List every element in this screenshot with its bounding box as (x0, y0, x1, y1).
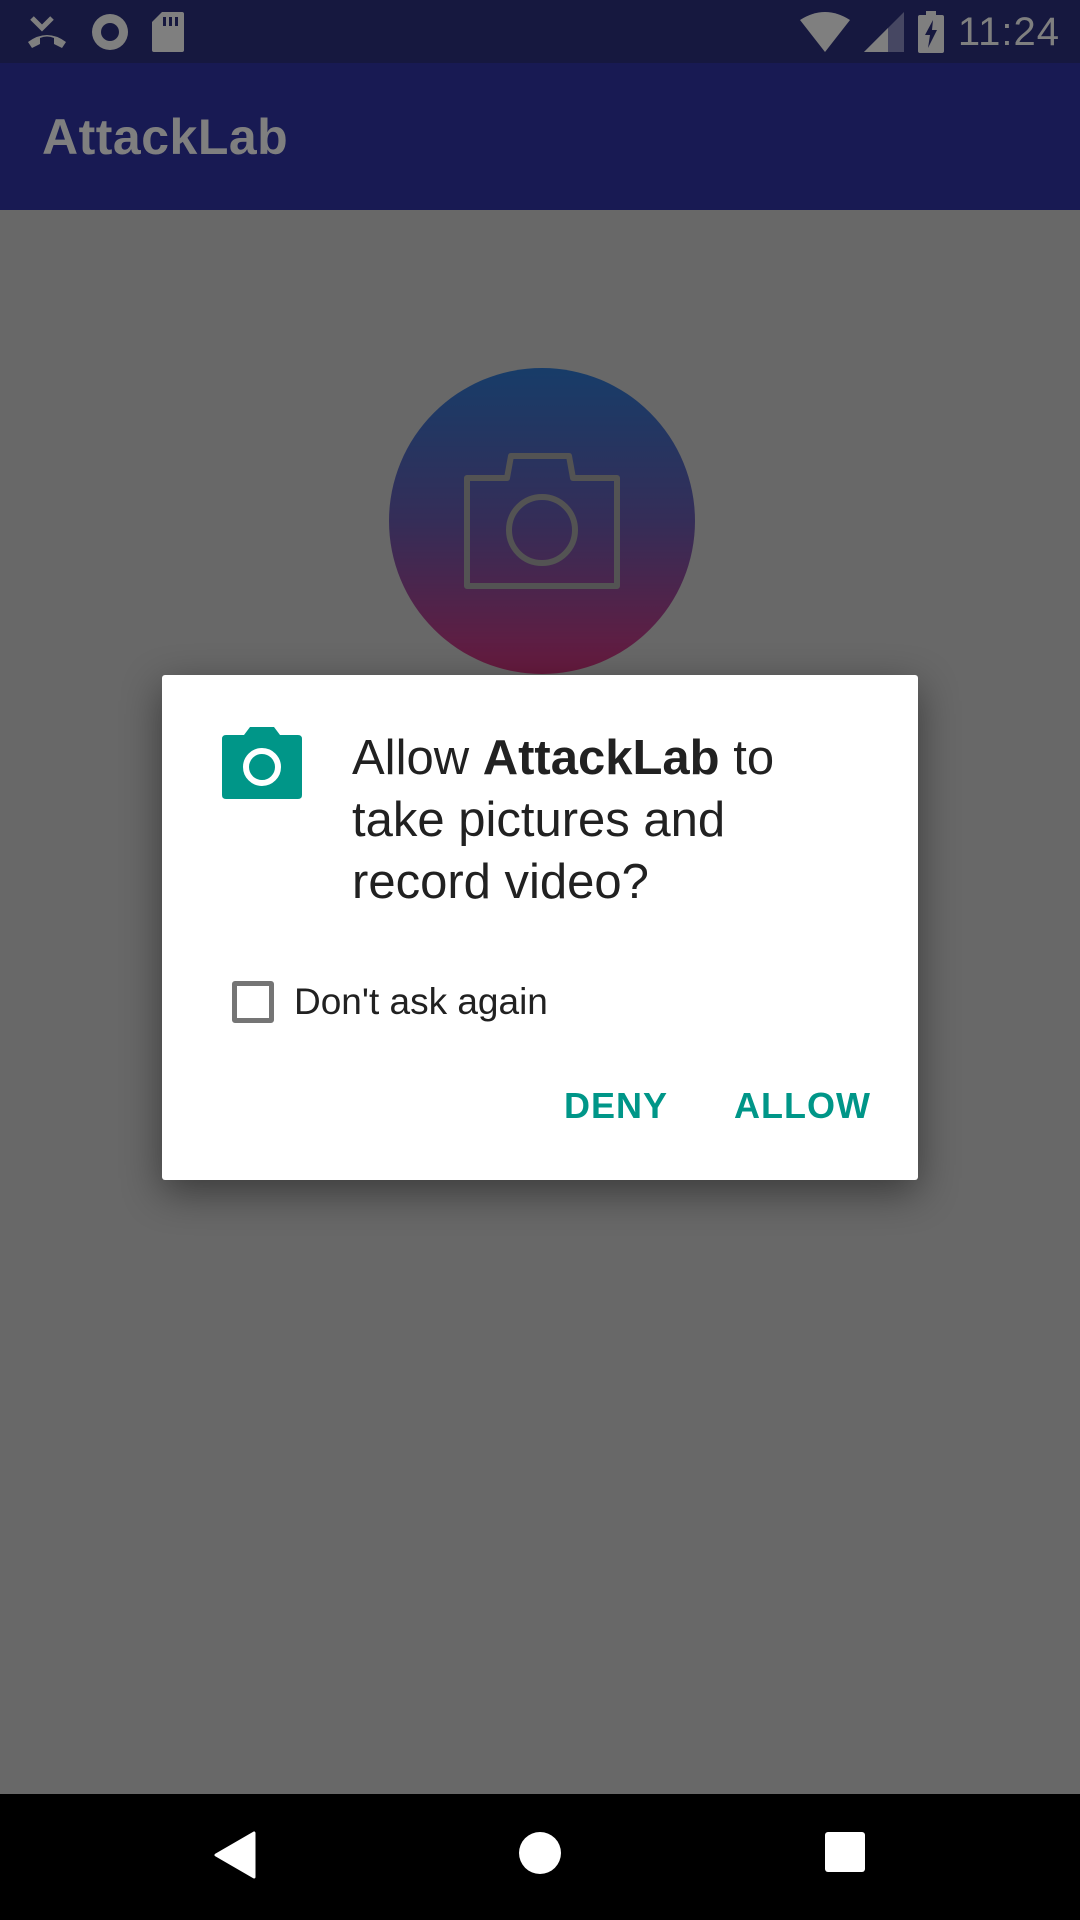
permission-dialog: Allow AttackLab to take pictures and rec… (162, 675, 918, 1180)
dont-ask-again-row[interactable]: Don't ask again (232, 977, 548, 1027)
camera-icon (222, 727, 302, 804)
navigation-bar (0, 1794, 1080, 1920)
dialog-message: Allow AttackLab to take pictures and rec… (352, 727, 872, 913)
message-app-name: AttackLab (482, 731, 720, 785)
deny-button[interactable]: DENY (552, 1075, 680, 1137)
screen: 11:24 AttackLab Allow AttackLab to take … (0, 0, 1080, 1920)
dont-ask-again-checkbox[interactable] (232, 981, 274, 1023)
home-icon[interactable] (518, 1831, 562, 1880)
message-prefix: Allow (352, 731, 483, 785)
recents-icon[interactable] (824, 1831, 866, 1878)
allow-button[interactable]: ALLOW (722, 1075, 883, 1137)
back-icon[interactable] (214, 1831, 256, 1884)
dont-ask-again-label[interactable]: Don't ask again (294, 981, 548, 1023)
